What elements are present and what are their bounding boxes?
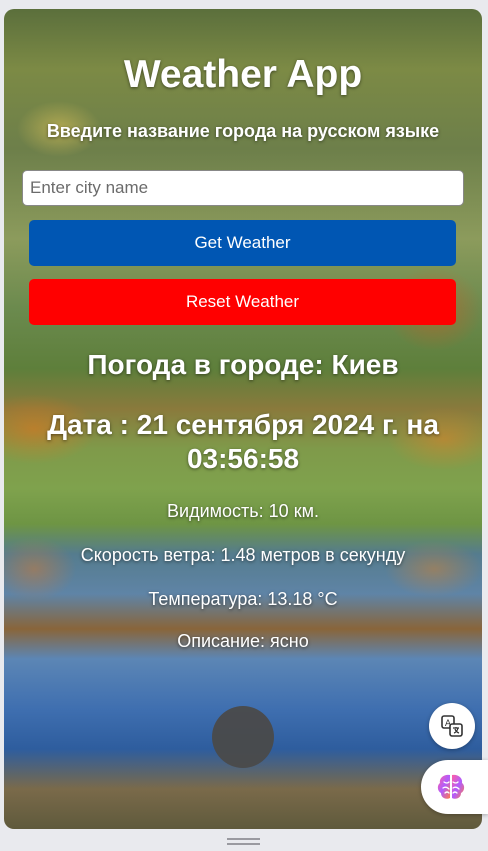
app-title: Weather App [123, 53, 363, 96]
brain-icon [437, 774, 465, 799]
visibility-text: Видимость: 10 км. [167, 501, 319, 521]
translate-button[interactable]: A [429, 703, 475, 749]
weather-app-card: Weather App Введите название города на р… [4, 9, 482, 829]
reset-weather-button[interactable]: Reset Weather [29, 279, 456, 325]
city-input[interactable] [22, 170, 464, 206]
temperature-text: Температура: 13.18 °C [148, 589, 338, 609]
get-weather-button[interactable]: Get Weather [29, 220, 456, 266]
wind-speed-text: Скорость ветра: 1.48 метров в секунду [80, 545, 406, 565]
date-heading: Дата : 21 сентября 2024 г. на 03:56:58 [47, 409, 439, 474]
description-text: Описание: ясно [177, 631, 309, 651]
city-heading: Погода в городе: Киев [87, 349, 399, 380]
app-subtitle: Введите название города на русском языке [46, 121, 440, 141]
bottom-drag-handle[interactable] [227, 838, 260, 845]
translate-icon: A [441, 715, 463, 737]
floating-circle-button[interactable] [212, 706, 274, 768]
ai-assistant-button[interactable] [421, 760, 488, 814]
